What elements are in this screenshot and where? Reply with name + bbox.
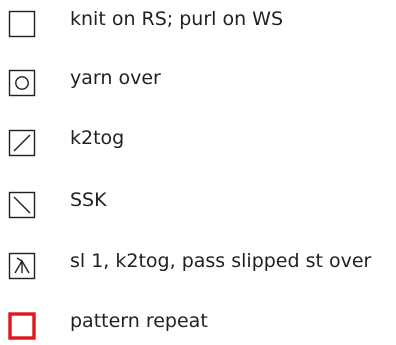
legend-item-knit: knit on RS; purl on WS	[0, 3, 396, 43]
legend-item-k2tog: k2tog	[0, 122, 396, 162]
legend-label-sk2p: sl 1, k2tog, pass slipped st over	[70, 250, 372, 272]
empty-square-icon	[8, 10, 36, 38]
legend-label-knit: knit on RS; purl on WS	[70, 8, 284, 30]
legend-item-yarn-over: yarn over	[0, 62, 396, 102]
legend-label-pattern-repeat: pattern repeat	[70, 310, 208, 332]
legend-label-ssk: SSK	[70, 189, 107, 211]
knitting-chart-key: knit on RS; purl on WS yarn over k2tog S…	[0, 0, 396, 340]
legend-item-ssk: SSK	[0, 184, 396, 224]
legend-item-pattern-repeat: pattern repeat	[0, 305, 396, 345]
legend-label-yarn-over: yarn over	[70, 67, 161, 89]
forward-slash-square-icon	[8, 129, 36, 157]
legend-item-sk2p: sl 1, k2tog, pass slipped st over	[0, 245, 396, 285]
legend-label-k2tog: k2tog	[70, 127, 125, 149]
inverted-v-square-icon	[8, 252, 36, 280]
circle-in-square-icon	[8, 69, 36, 97]
red-square-outline-icon	[8, 312, 36, 340]
back-slash-square-icon	[8, 191, 36, 219]
